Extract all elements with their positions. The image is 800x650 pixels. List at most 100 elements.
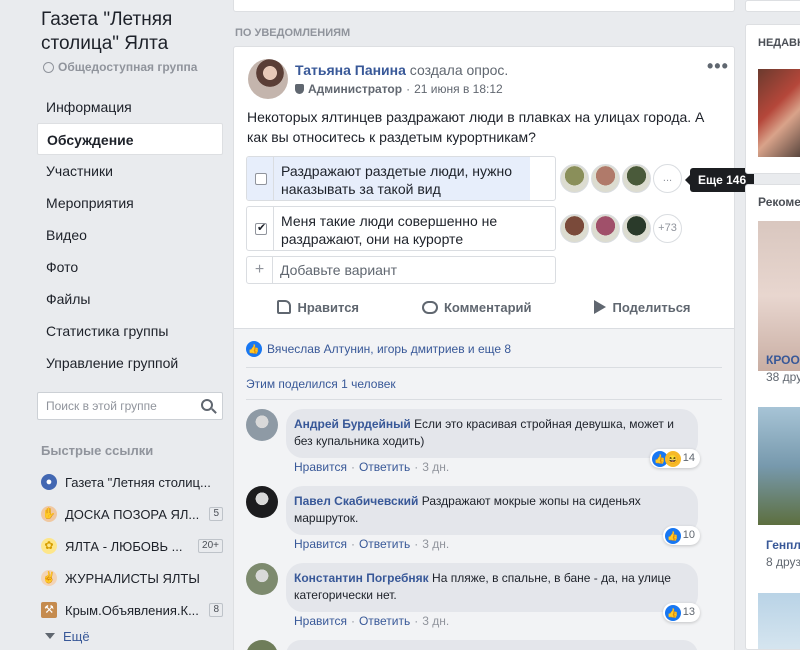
like-button[interactable]: Нравится — [277, 300, 359, 315]
like-reaction-icon: 👍 — [664, 604, 681, 621]
quick-link-item[interactable]: ✋ ДОСКА ПОЗОРА ЯЛ... 5 — [41, 498, 223, 530]
poll-checkbox[interactable] — [255, 173, 267, 185]
voter-avatar[interactable] — [622, 164, 651, 193]
nav-item-photos[interactable]: Фото — [37, 251, 223, 283]
poll-option-label: Меня такие люди совершенно не раздражают… — [281, 213, 498, 247]
comment-actions: Нравится · Ответить · 3 дн. — [294, 460, 449, 474]
suggested-group-image[interactable] — [758, 407, 800, 525]
voter-avatar[interactable] — [591, 214, 620, 243]
post-date[interactable]: 21 июня в 18:12 — [414, 82, 503, 96]
nav-item-discussion[interactable]: Обсуждение — [37, 123, 223, 155]
quick-links-title: Быстрые ссылки — [41, 443, 154, 458]
comment-like-link[interactable]: Нравится — [294, 537, 347, 551]
add-poll-option: + — [246, 256, 556, 284]
comment-reactions[interactable]: 👍 13 — [662, 603, 700, 622]
share-button[interactable]: Поделиться — [594, 300, 691, 315]
comment-time[interactable]: 3 дн. — [422, 614, 449, 628]
voter-avatar[interactable] — [591, 164, 620, 193]
comment-bubble — [286, 640, 698, 650]
comment-reaction-count: 10 — [682, 529, 695, 541]
nav-item-events[interactable]: Мероприятия — [37, 187, 223, 219]
nav-item-insights[interactable]: Статистика группы — [37, 315, 223, 347]
group-privacy: Общедоступная группа — [43, 60, 197, 74]
comment-bubble: Павел Скабичевский Раздражают мокрые жоп… — [286, 486, 700, 545]
author-name[interactable]: Татьяна Панина — [295, 62, 406, 78]
nav-item-videos[interactable]: Видео — [37, 219, 223, 251]
voter-avatar[interactable] — [622, 214, 651, 243]
author-avatar[interactable] — [248, 59, 288, 99]
recommendations-card: Рекоме КРОО 38 дру Генпл 8 друз — [745, 184, 800, 650]
comment-reaction-count: 13 — [682, 606, 695, 618]
more-options-icon[interactable]: ••• — [707, 57, 729, 75]
comment-time[interactable]: 3 дн. — [422, 460, 449, 474]
nav-item-info[interactable]: Информация — [37, 91, 223, 123]
add-option-input[interactable] — [273, 262, 543, 278]
poll-option[interactable]: Раздражают раздетые люди, нужно наказыва… — [246, 156, 556, 201]
comment-reply-link[interactable]: Ответить — [359, 537, 410, 551]
commenter-avatar[interactable] — [246, 563, 278, 595]
post-header: Татьяна Панина создала опрос. — [295, 62, 508, 78]
voter-avatar[interactable] — [560, 214, 589, 243]
reactions-summary[interactable]: 👍 Вячеслав Алтунин, игорь дмитриев и еще… — [246, 341, 511, 357]
group-privacy-label: Общедоступная группа — [58, 60, 198, 74]
comment-like-link[interactable]: Нравится — [294, 614, 347, 628]
quick-link-item[interactable]: ✿ ЯЛТА - ЛЮБОВЬ ... 20+ — [41, 530, 223, 562]
commenter-avatar[interactable] — [246, 486, 278, 518]
suggested-group-image[interactable] — [758, 593, 800, 649]
post-meta: Администратор · 21 июня в 18:12 — [295, 82, 503, 96]
more-voters-button[interactable]: ... — [653, 164, 682, 193]
search-icon[interactable] — [201, 399, 213, 411]
voter-avatar[interactable] — [560, 164, 589, 193]
shares-summary[interactable]: Этим поделился 1 человек — [246, 377, 396, 391]
comment-author[interactable]: Павел Скабичевский — [294, 494, 418, 508]
quick-link-item[interactable]: ● Газета "Летняя столиц... — [41, 466, 223, 498]
post-action-text: создала опрос. — [405, 62, 509, 78]
group-nav: Информация Обсуждение Участники Мероприя… — [37, 91, 223, 379]
nav-item-files[interactable]: Файлы — [37, 283, 223, 315]
recent-thumbnail[interactable] — [758, 69, 800, 157]
commenter-avatar[interactable] — [246, 640, 278, 650]
poll-option[interactable]: Меня такие люди совершенно не раздражают… — [246, 206, 556, 251]
suggested-group-name[interactable]: КРОО — [766, 353, 800, 367]
group-icon: ● — [41, 474, 57, 490]
comment-time[interactable]: 3 дн. — [422, 537, 449, 551]
comment-author[interactable]: Андрей Бурдейный — [294, 417, 411, 431]
more-voters-button[interactable]: +73 — [653, 214, 682, 243]
poll-checkbox-checked[interactable] — [255, 221, 267, 235]
quick-link-item[interactable]: ⚒ Крым.Объявления.К... 8 — [41, 594, 223, 626]
nav-item-manage[interactable]: Управление группой — [37, 347, 223, 379]
comment-like-link[interactable]: Нравится — [294, 460, 347, 474]
commenter-avatar[interactable] — [246, 409, 278, 441]
separator: · — [414, 614, 419, 628]
comment-reactions[interactable]: 👍 10 — [662, 526, 700, 545]
comment-author[interactable]: Константин Погребняк — [294, 571, 429, 585]
poll-post: Татьяна Панина создала опрос. Администра… — [233, 46, 755, 650]
comment-reply-link[interactable]: Ответить — [359, 614, 410, 628]
shield-icon — [295, 84, 304, 94]
nav-item-members[interactable]: Участники — [37, 155, 223, 187]
left-sidebar: Газета "Летняя столица" Ялта Общедоступн… — [0, 0, 232, 650]
comment-button[interactable]: Комментарий — [421, 300, 532, 315]
divider — [273, 207, 274, 250]
separator: · — [350, 614, 355, 628]
comment-reactions[interactable]: 👍 😆 14 — [649, 449, 700, 468]
author-role: Администратор — [308, 82, 403, 96]
comment-reply-link[interactable]: Ответить — [359, 460, 410, 474]
post-text: Некоторых ялтинцев раздражают люди в пла… — [247, 109, 705, 145]
right-column: НЕДАВН Рекоме КРОО 38 дру Генпл 8 друз — [745, 0, 800, 650]
hand-icon: ✋ — [41, 506, 57, 522]
comment-reaction-count: 14 — [682, 452, 695, 464]
poll-voters: ... — [560, 164, 682, 193]
quick-links-more[interactable]: Ещё — [41, 626, 223, 646]
suggested-group-name[interactable]: Генпл — [766, 538, 800, 552]
right-top-card — [745, 0, 800, 12]
quick-link-label: ЯЛТА - ЛЮБОВЬ ... — [65, 538, 183, 554]
quick-links-more-label: Ещё — [63, 628, 90, 644]
recommendations-heading: Рекоме — [758, 195, 800, 209]
comment-bubble: Андрей Бурдейный Если это красивая строй… — [286, 409, 700, 468]
suggested-group-image[interactable] — [758, 221, 800, 371]
quick-link-item[interactable]: ✌ ЖУРНАЛИСТЫ ЯЛТЫ — [41, 562, 223, 594]
gavel-icon: ⚒ — [41, 602, 57, 618]
group-title[interactable]: Газета "Летняя столица" Ялта — [41, 8, 226, 56]
group-search-input[interactable] — [38, 399, 188, 413]
